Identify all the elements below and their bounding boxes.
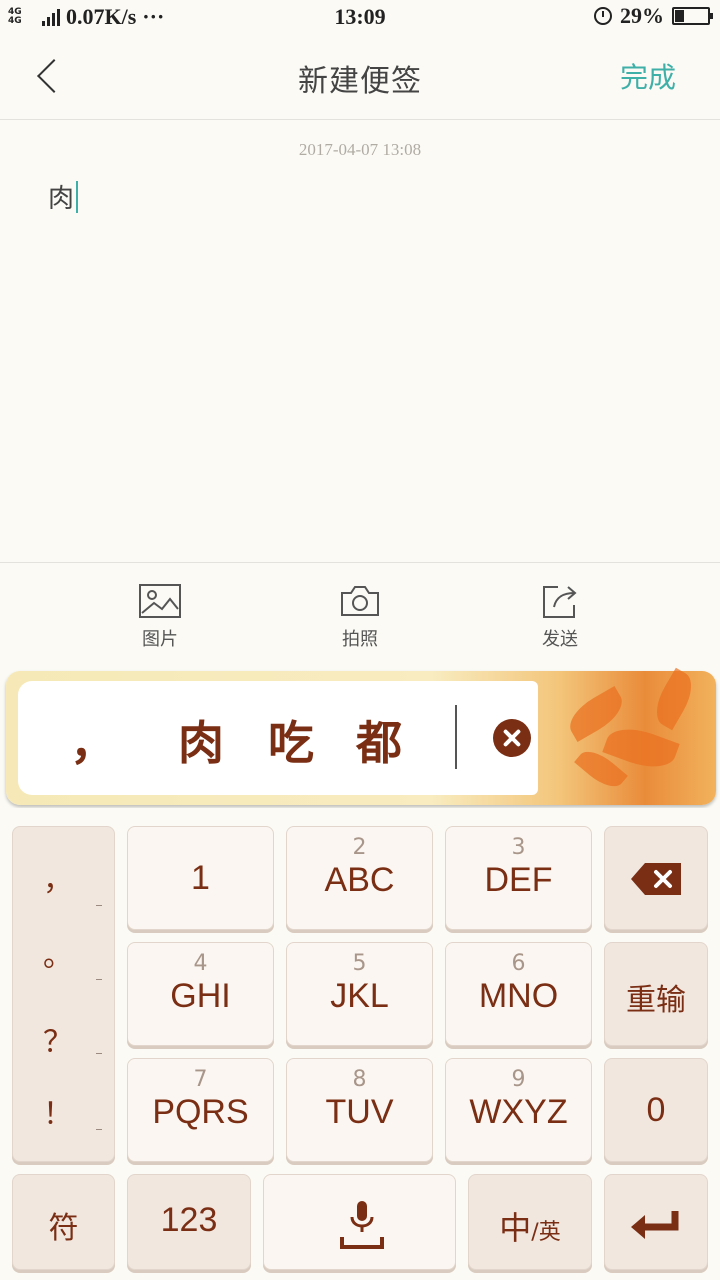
battery-icon [672,7,713,25]
candidate-item[interactable]: 吃 [268,707,314,773]
symbol-key[interactable]: 符 [12,1174,115,1270]
leaf-decoration [647,667,701,731]
share-icon [543,586,577,618]
send-label: 发送 [542,629,578,650]
candidate-item[interactable]: ， [70,707,116,773]
candidate-list: ， 肉 吃 都 [18,681,538,795]
candidate-bar: ， 肉 吃 都 [6,667,716,805]
backspace-key[interactable] [604,826,708,930]
punct-separator [96,979,102,980]
lang-chinese: 中 [499,1209,532,1247]
key-5-digit: 5 [352,951,367,976]
status-right: 29% [594,3,713,29]
key-6-letters: MNO [478,977,559,1015]
key-3-digit: 3 [511,835,526,860]
microphone-icon [340,1201,384,1249]
punct-exclaim[interactable]: ！ [13,1089,103,1133]
enter-key[interactable] [604,1174,708,1270]
retype-key[interactable]: 重输 [604,942,708,1046]
punctuation-key[interactable]: ， 。 ？ ！ [12,826,115,1162]
text-cursor [76,180,79,213]
key-4[interactable]: 4 GHI [127,942,274,1046]
candidate-divider [455,705,457,769]
send-button[interactable]: 发送 [510,583,610,651]
picture-button[interactable]: 图片 [110,583,210,651]
app-header: 新建便签 完成 [0,36,720,120]
key-5-letters: JKL [330,977,389,1015]
punct-separator [96,1053,102,1054]
picture-label: 图片 [142,629,178,650]
punct-separator [96,905,102,906]
numeric-label: 123 [160,1201,218,1239]
key-2[interactable]: 2 ABC [286,826,433,930]
key-8[interactable]: 8 TUV [286,1058,433,1162]
key-6-digit: 6 [511,951,526,976]
key-7[interactable]: 7 PQRS [127,1058,274,1162]
alarm-icon [594,7,612,25]
language-toggle-key[interactable]: 中/英 [468,1174,592,1270]
key-4-digit: 4 [193,951,208,976]
candidate-item[interactable]: 肉 [178,707,224,773]
key-6[interactable]: 6 MNO [445,942,592,1046]
voice-input-key[interactable] [263,1174,456,1270]
clear-candidates-icon[interactable] [493,719,531,757]
key-5[interactable]: 5 JKL [286,942,433,1046]
key-0-label: 0 [646,1091,666,1129]
camera-button[interactable]: 拍照 [310,583,410,651]
camera-icon [341,586,379,616]
key-7-digit: 7 [193,1067,208,1092]
t9-keyboard: ， 。 ？ ！ 1 2 ABC 3 DEF 4 GHI 5 JKL 6 MNO [0,808,720,1280]
punct-separator [96,1129,102,1130]
attachment-toolbar: 图片 拍照 发送 [0,562,720,670]
key-8-letters: TUV [325,1093,394,1131]
key-0[interactable]: 0 [604,1058,708,1162]
numeric-key[interactable]: 123 [127,1174,251,1270]
key-3-letters: DEF [484,861,553,899]
symbol-label: 符 [48,1211,79,1246]
lang-english: /英 [531,1220,561,1245]
note-editor[interactable]: 肉 [48,178,79,215]
key-4-letters: GHI [170,977,231,1015]
done-button[interactable]: 完成 [620,56,676,96]
note-content: 肉 [48,184,75,214]
punct-question[interactable]: ？ [13,1017,103,1061]
key-2-letters: ABC [324,861,395,899]
page-title: 新建便签 [298,64,422,99]
picture-icon [139,584,181,618]
battery-percent: 29% [620,3,664,28]
backspace-icon [631,863,681,895]
key-2-digit: 2 [352,835,367,860]
camera-label: 拍照 [342,629,378,650]
candidate-item[interactable]: 都 [356,707,402,773]
key-9-letters: WXYZ [469,1093,568,1131]
language-toggle-label: 中/英 [469,1203,591,1249]
enter-icon [631,1211,679,1239]
punct-period[interactable]: 。 [13,931,103,975]
status-bar: 4G 4G 0.07K/s ··· 13:09 29% [0,0,720,36]
retype-label: 重输 [626,983,686,1018]
key-9-digit: 9 [511,1067,526,1092]
key-1-label: 1 [191,859,210,897]
key-7-letters: PQRS [152,1093,249,1131]
key-8-digit: 8 [352,1067,367,1092]
key-1[interactable]: 1 [127,826,274,930]
key-3[interactable]: 3 DEF [445,826,592,930]
note-timestamp: 2017-04-07 13:08 [298,140,422,159]
punct-comma[interactable]: ， [13,855,103,899]
key-9[interactable]: 9 WXYZ [445,1058,592,1162]
